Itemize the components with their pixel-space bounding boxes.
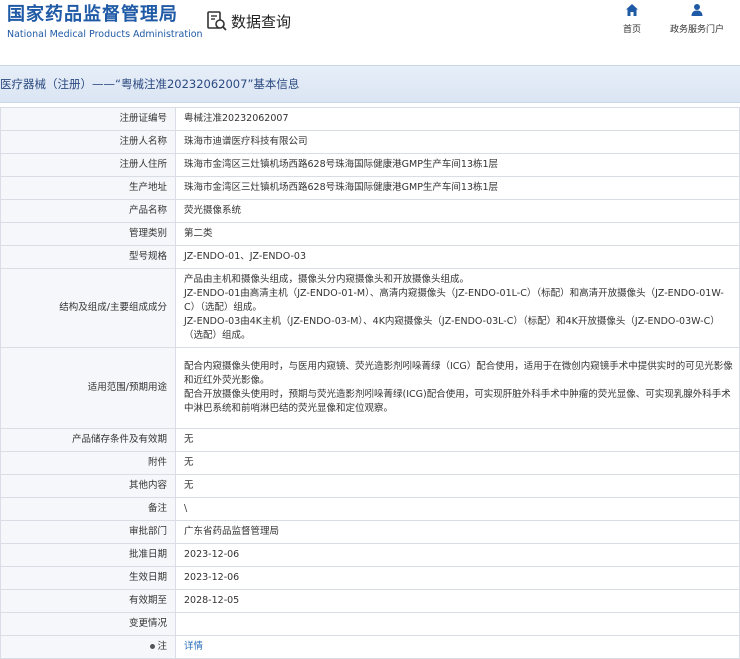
field-label: 适用范围/预期用途 <box>0 347 176 429</box>
field-label: 注册证编号 <box>0 107 176 131</box>
field-label: 变更情况 <box>0 612 176 636</box>
table-row: 产品名称 荧光摄像系统 <box>0 199 740 223</box>
nav-home-label: 首页 <box>622 25 641 35</box>
table-row: 注册人住所 珠海市金湾区三灶镇机场西路628号珠海国际健康港GMP生产车间13栋… <box>0 153 740 177</box>
table-row: 变更情况 <box>0 612 740 636</box>
value-line: JZ-ENDO-01由高清主机（JZ-ENDO-01-M）、高清内窥摄像头（JZ… <box>184 288 724 313</box>
field-value: 2028-12-05 <box>175 589 740 613</box>
value-line: JZ-ENDO-03由4K主机（JZ-ENDO-03-M）、4K内窥摄像头（JZ… <box>184 316 720 341</box>
field-value: 无 <box>175 451 740 475</box>
table-row: 适用范围/预期用途 配合内窥摄像头使用时，与医用内窥镜、荧光造影剂吲哚菁绿（IC… <box>0 347 740 429</box>
field-label: 产品储存条件及有效期 <box>0 428 176 452</box>
table-row: 审批部门 广东省药品监督管理局 <box>0 520 740 544</box>
detail-title-bar: 医疗器械（注册）——“粤械注准20232062007”基本信息 <box>0 65 740 103</box>
field-value: JZ-ENDO-01、JZ-ENDO-03 <box>175 245 740 269</box>
value-line: 配合开放摄像头使用时，预期与荧光造影剂吲哚菁绿(ICG)配合使用，可实现肝脏外科… <box>184 389 731 414</box>
field-label: 型号规格 <box>0 245 176 269</box>
field-value: 2023-12-06 <box>175 543 740 567</box>
field-value: 无 <box>175 474 740 498</box>
field-value: 荧光摄像系统 <box>175 199 740 223</box>
table-row: 产品储存条件及有效期 无 <box>0 428 740 452</box>
table-row: 结构及组成/主要组成成分 产品由主机和摄像头组成，摄像头分内窥摄像头和开放摄像头… <box>0 268 740 348</box>
table-row: 型号规格 JZ-ENDO-01、JZ-ENDO-03 <box>0 245 740 269</box>
site-header: 国家药品监督管理局 National Medical Products Admi… <box>0 0 740 56</box>
site-logo[interactable]: 国家药品监督管理局 National Medical Products Admi… <box>7 4 203 42</box>
table-row: 管理类别 第二类 <box>0 222 740 246</box>
table-row: 附件 无 <box>0 451 740 475</box>
table-row: 有效期至 2028-12-05 <box>0 589 740 613</box>
table-row: 注 详情 <box>0 635 740 659</box>
table-row: 注册证编号 粤械注准20232062007 <box>0 107 740 131</box>
field-label: 注册人名称 <box>0 130 176 154</box>
table-row: 注册人名称 珠海市迪谱医疗科技有限公司 <box>0 130 740 154</box>
table-row: 生产地址 珠海市金湾区三灶镇机场西路628号珠海国际健康港GMP生产车间13栋1… <box>0 176 740 200</box>
section-title: 数据查询 <box>231 12 292 31</box>
field-label: 批准日期 <box>0 543 176 567</box>
field-label: 注册人住所 <box>0 153 176 177</box>
field-label: 产品名称 <box>0 199 176 223</box>
nav-service-portal[interactable]: 政务服务门户 <box>662 3 732 35</box>
field-value: 珠海市迪谱医疗科技有限公司 <box>175 130 740 154</box>
field-value: 配合内窥摄像头使用时，与医用内窥镜、荧光造影剂吲哚菁绿（ICG）配合使用，适用于… <box>175 347 740 429</box>
registration-details-table: 注册证编号 粤械注准20232062007 注册人名称 珠海市迪谱医疗科技有限公… <box>0 107 740 659</box>
detail-title: 医疗器械（注册）——“粤械注准20232062007”基本信息 <box>0 77 300 91</box>
field-label: 备注 <box>0 497 176 521</box>
data-query-section[interactable]: 数据查询 <box>206 10 291 32</box>
field-label: 注 <box>0 635 176 659</box>
person-icon <box>691 4 703 16</box>
field-label: 有效期至 <box>0 589 176 613</box>
table-row: 生效日期 2023-12-06 <box>0 566 740 590</box>
brand-name-cn: 国家药品监督管理局 <box>7 4 178 25</box>
field-label: 生产地址 <box>0 176 176 200</box>
field-value <box>175 612 740 636</box>
field-label: 附件 <box>0 451 176 475</box>
field-label: 审批部门 <box>0 520 176 544</box>
table-row: 备注 \ <box>0 497 740 521</box>
brand-name-en: National Medical Products Administration <box>7 29 203 40</box>
field-label: 管理类别 <box>0 222 176 246</box>
field-value: 第二类 <box>175 222 740 246</box>
field-value: 产品由主机和摄像头组成，摄像头分内窥摄像头和开放摄像头组成。 JZ-ENDO-0… <box>175 268 740 348</box>
field-value: 珠海市金湾区三灶镇机场西路628号珠海国际健康港GMP生产车间13栋1层 <box>175 153 740 177</box>
field-value: 粤械注准20232062007 <box>175 107 740 131</box>
field-value: \ <box>175 497 740 521</box>
field-value: 广东省药品监督管理局 <box>175 520 740 544</box>
nav-service-portal-label: 政务服务门户 <box>669 25 724 35</box>
field-value: 详情 <box>175 635 740 659</box>
field-value: 珠海市金湾区三灶镇机场西路628号珠海国际健康港GMP生产车间13栋1层 <box>175 176 740 200</box>
field-value: 2023-12-06 <box>175 566 740 590</box>
field-label: 其他内容 <box>0 474 176 498</box>
field-value: 无 <box>175 428 740 452</box>
field-label: 结构及组成/主要组成成分 <box>0 268 176 348</box>
table-row: 其他内容 无 <box>0 474 740 498</box>
nav-home[interactable]: 首页 <box>597 3 667 35</box>
home-icon <box>626 4 638 16</box>
table-row: 批准日期 2023-12-06 <box>0 543 740 567</box>
value-line: 配合内窥摄像头使用时，与医用内窥镜、荧光造影剂吲哚菁绿（ICG）配合使用，适用于… <box>184 361 733 386</box>
search-document-icon <box>207 11 227 31</box>
field-label: 生效日期 <box>0 566 176 590</box>
value-line: 产品由主机和摄像头组成，摄像头分内窥摄像头和开放摄像头组成。 <box>184 274 470 285</box>
